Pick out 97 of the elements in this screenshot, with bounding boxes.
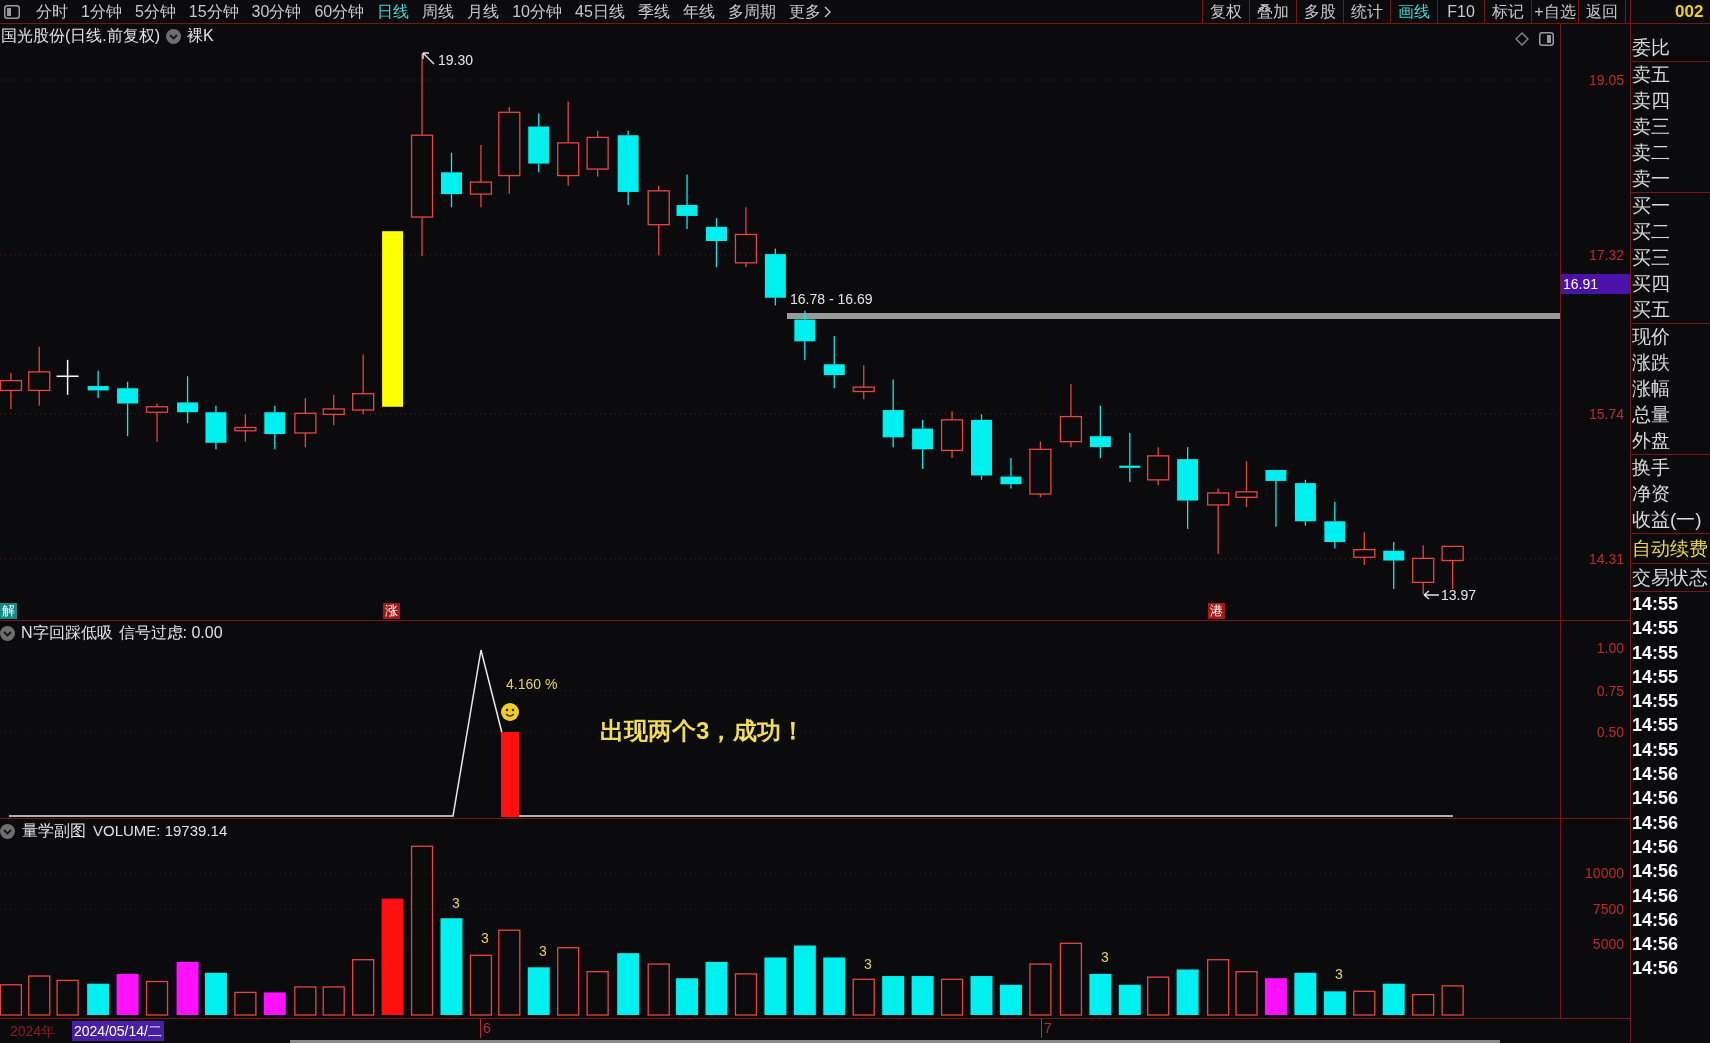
signal-message: 出现两个3，成功！ (600, 716, 806, 746)
time-label: 14:56 (1631, 787, 1680, 811)
period-tab[interactable]: 分时 (36, 0, 68, 23)
quote-label: 买三 (1632, 246, 1671, 270)
period-tab[interactable]: 年线 (682, 0, 715, 23)
time-label: 14:55 (1631, 641, 1680, 665)
quote-label: 买一 (1632, 194, 1671, 218)
time-label: 14:56 (1631, 763, 1680, 787)
quote-label: 涨幅 (1632, 377, 1671, 401)
axis-label: 15.74 (1588, 406, 1624, 422)
panel-icon[interactable] (4, 4, 20, 19)
toolbar-tab[interactable]: 复权 (1202, 0, 1249, 23)
time-label: 14:56 (1631, 811, 1680, 835)
chevron-right-icon (823, 5, 831, 18)
quote-label: 收益(一) (1632, 508, 1703, 532)
period-tab[interactable]: 30分钟 (251, 0, 302, 23)
period-tab[interactable]: 15分钟 (188, 0, 239, 23)
year-label: 2024年 (10, 1022, 56, 1040)
smiley-icon (501, 703, 519, 721)
month-label: 6 (480, 1019, 491, 1038)
quote-label: 涨跌 (1632, 351, 1671, 375)
axis-label: 14.31 (1588, 551, 1624, 567)
signal-tag: 解 (0, 603, 17, 619)
quote-label: 现价 (1632, 325, 1671, 349)
quote-label: 卖一 (1632, 167, 1671, 191)
quote-label: 卖二 (1632, 141, 1671, 165)
toolbar-tab[interactable]: F10 (1437, 0, 1484, 23)
stock-code: 002 (1675, 1, 1704, 22)
axis-label: 7500 (1592, 901, 1624, 917)
time-label: 14:55 (1631, 593, 1680, 616)
more-button[interactable]: 更多 (788, 0, 831, 23)
time-label: 14:56 (1631, 957, 1680, 981)
time-label: 14:56 (1631, 884, 1680, 908)
period-tab[interactable]: 5分钟 (134, 0, 176, 23)
axis-label: 0.75 (1596, 683, 1624, 699)
toolbar-tab[interactable]: 多股 (1296, 0, 1343, 23)
chevron-down-circle-icon[interactable] (0, 625, 15, 641)
current-price-label: 16.91 (1561, 274, 1630, 294)
chevron-down-circle-icon[interactable] (166, 28, 182, 44)
axis-label: 19.05 (1588, 72, 1624, 88)
period-tab[interactable]: 季线 (637, 0, 670, 23)
toolbar-tab[interactable]: 标记 (1484, 0, 1531, 23)
quote-label: 买二 (1632, 220, 1671, 244)
time-label: 14:55 (1631, 690, 1680, 714)
period-tab[interactable]: 周线 (422, 0, 455, 23)
quote-label: 净资 (1632, 482, 1671, 506)
toolbar-tab[interactable]: 叠加 (1249, 0, 1296, 23)
quote-label: 买四 (1632, 272, 1671, 296)
toolbar-tab[interactable]: 画线 (1390, 0, 1437, 23)
time-label: 14:55 (1631, 738, 1680, 762)
diamond-icon[interactable] (1515, 32, 1529, 46)
quote-label: 换手 (1632, 456, 1671, 480)
axis-label: 0.50 (1596, 724, 1624, 740)
time-label: 14:55 (1631, 617, 1680, 641)
time-label: 14:56 (1631, 908, 1680, 932)
time-label: 14:56 (1631, 835, 1680, 859)
cursor-date-label: 2024/05/14/二 (72, 1021, 164, 1041)
panel-icon[interactable] (1539, 32, 1554, 46)
quote-label: 买五 (1632, 298, 1671, 322)
indicator-name: 量学副图 (22, 822, 86, 840)
quote-label: 交易状态 (1632, 565, 1708, 590)
axis-label: 17.32 (1588, 247, 1624, 263)
signal-tag: 涨 (383, 603, 400, 619)
toolbar-tab[interactable]: 统计 (1343, 0, 1390, 23)
quote-label: 总量 (1632, 403, 1671, 427)
quote-label: 委比 (1632, 36, 1671, 60)
quote-label: 外盘 (1632, 429, 1671, 453)
indicator-reading: 信号过虑: 0.00 (118, 624, 223, 642)
quote-label: 卖三 (1632, 115, 1671, 139)
time-label: 14:56 (1631, 860, 1680, 884)
period-tab[interactable]: 10分钟 (512, 0, 562, 23)
period-tab[interactable]: 日线 (377, 0, 410, 23)
time-label: 14:55 (1631, 665, 1680, 689)
quote-label: 卖四 (1632, 89, 1671, 113)
quote-label: 卖五 (1632, 63, 1671, 87)
axis-label: 1.00 (1596, 640, 1624, 656)
indicator-reading: VOLUME: 19739.14 (93, 822, 228, 840)
chart-title: 国光股份(日线.前复权) (1, 26, 161, 46)
time-label: 14:55 (1631, 714, 1680, 738)
indicator-name: N字回踩低吸 (21, 624, 113, 642)
signal-tag: 港 (1208, 603, 1225, 619)
period-tab[interactable]: 多周期 (727, 0, 776, 23)
toolbar-tab[interactable]: +自选 (1531, 0, 1578, 23)
month-label: 7 (1041, 1019, 1052, 1038)
scroll-bar[interactable] (290, 1040, 1500, 1043)
toolbar-tab[interactable]: 返回 (1578, 0, 1625, 23)
period-tab[interactable]: 1分钟 (81, 0, 122, 23)
axis-label: 10000 (1585, 865, 1624, 881)
service-label[interactable]: 自动续费 (1632, 535, 1708, 562)
time-label: 14:56 (1631, 933, 1680, 957)
value-label: 4.160 % (506, 676, 558, 692)
chevron-down-circle-icon[interactable] (0, 823, 15, 839)
period-tab[interactable]: 60分钟 (314, 0, 365, 23)
period-tab[interactable]: 月线 (467, 0, 500, 23)
axis-label: 5000 (1592, 936, 1624, 952)
period-tab[interactable]: 45日线 (575, 0, 625, 23)
chart-mode[interactable]: 裸K (187, 26, 214, 46)
